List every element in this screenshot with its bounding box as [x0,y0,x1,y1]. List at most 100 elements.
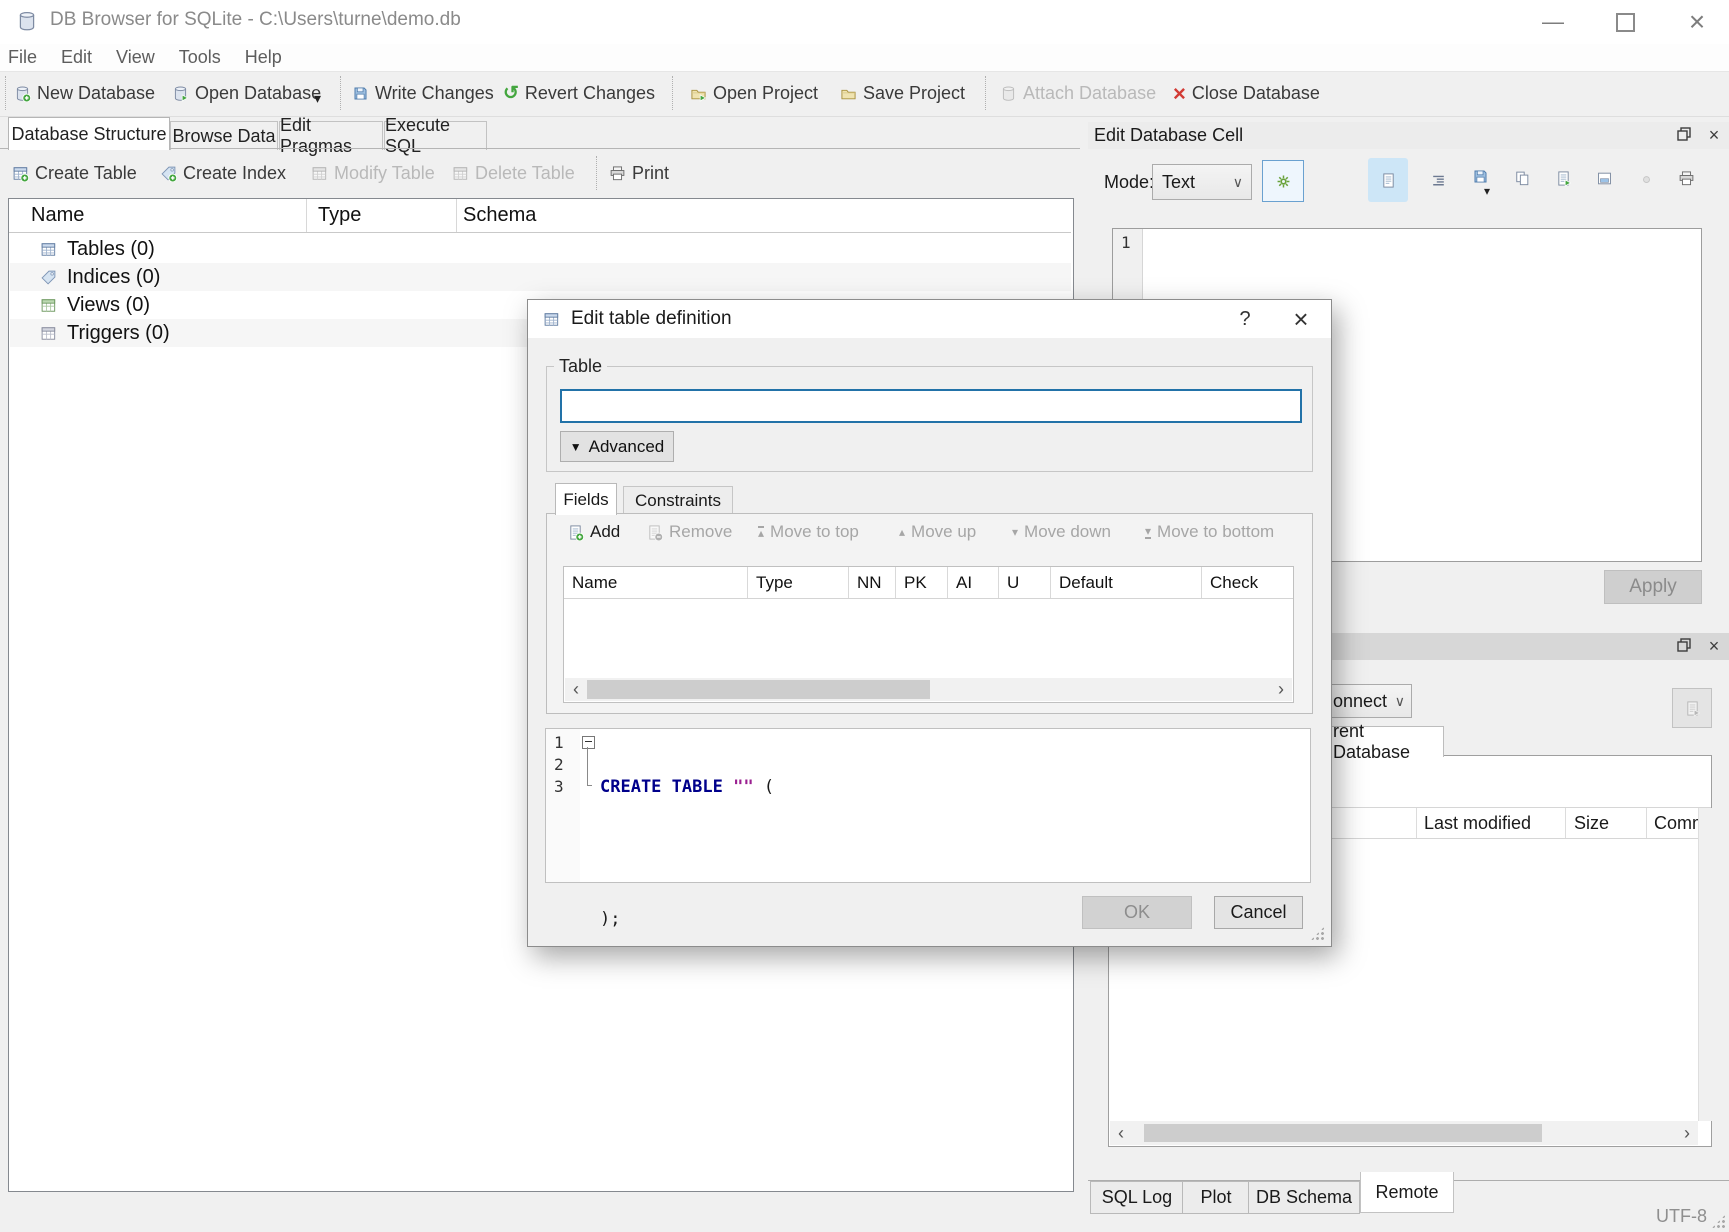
tree-column-name[interactable]: Name [31,204,84,227]
import-cell-button[interactable]: ▾ [1472,168,1489,190]
attach-database-button[interactable]: Attach Database [1000,73,1156,113]
write-changes-button[interactable]: Write Changes [352,73,494,113]
close-panel-icon[interactable]: × [1699,636,1729,657]
create-index-button[interactable]: Create Index [160,153,286,193]
tab-edit-pragmas[interactable]: Edit Pragmas [279,121,383,150]
move-to-bottom-button[interactable]: ▾ Move to bottom [1145,522,1274,542]
new-database-button[interactable]: New Database [14,73,155,113]
save-project-button[interactable]: Save Project [840,73,965,113]
fields-horizontal-scrollbar[interactable]: ‹ › [565,678,1292,701]
menu-file[interactable]: File [0,47,49,68]
create-table-button[interactable]: Create Table [12,153,137,193]
column-last-modified[interactable]: Last modified [1424,813,1531,834]
fold-line [587,747,588,785]
minimize-button[interactable]: — [1528,0,1578,44]
ok-button[interactable]: OK [1082,896,1192,929]
column-divider[interactable] [306,199,307,232]
tab-plot[interactable]: Plot [1182,1181,1250,1214]
float-panel-icon[interactable] [1669,636,1699,657]
tab-execute-sql[interactable]: Execute SQL [384,121,487,150]
structure-toolbar: Create Table Create Index Modify Table D… [0,150,1080,196]
table-name-input[interactable] [560,389,1302,423]
set-null-button[interactable] [1638,170,1655,192]
dialog-title-bar: Edit table definition ? × [528,300,1331,338]
column-divider[interactable] [1565,808,1566,838]
fold-marker-icon[interactable] [582,736,595,749]
help-icon[interactable]: ? [1219,308,1271,331]
fold-column[interactable] [582,736,596,796]
move-to-top-button[interactable]: ▴ Move to top [758,522,859,542]
open-database-button[interactable]: Open Database [172,73,321,113]
column-divider[interactable] [456,199,457,232]
open-database-dropdown[interactable]: ▾ [314,90,321,107]
field-column-nn[interactable]: NN [849,567,896,598]
apply-button[interactable]: Apply [1604,570,1702,604]
tab-browse-data[interactable]: Browse Data [170,121,278,150]
move-down-button[interactable]: ▾ Move down [1012,522,1111,542]
advanced-button[interactable]: ▼ Advanced [560,431,674,462]
sql-preview[interactable]: 1 2 3 CREATE TABLE "" ( ); [545,728,1311,883]
delete-table-button[interactable]: Delete Table [452,153,575,193]
field-column-type[interactable]: Type [748,567,849,598]
window-resize-grip[interactable] [1711,1214,1726,1229]
tab-constraints[interactable]: Constraints [623,486,733,516]
column-size[interactable]: Size [1574,813,1609,834]
column-divider[interactable] [1646,808,1647,838]
push-changes-button[interactable] [1672,688,1712,728]
encoding-status[interactable]: UTF-8 [1656,1206,1707,1227]
maximize-button[interactable] [1600,0,1650,44]
menu-view[interactable]: View [104,47,167,68]
modify-table-button[interactable]: Modify Table [311,153,435,193]
horizontal-scrollbar[interactable]: ‹ › [1110,1121,1698,1145]
menu-tools[interactable]: Tools [167,47,233,68]
image-view-button[interactable] [1596,170,1613,192]
move-up-button[interactable]: ▴ Move up [899,522,976,542]
menu-edit[interactable]: Edit [49,47,104,68]
scroll-left-icon[interactable]: ‹ [1110,1121,1132,1145]
print-button[interactable]: Print [609,153,669,193]
mode-select[interactable]: Text ∨ [1152,164,1252,200]
scrollbar-thumb[interactable] [1144,1124,1542,1142]
print-cell-button[interactable] [1678,170,1695,192]
word-wrap-toggle[interactable] [1430,172,1447,194]
field-column-pk[interactable]: PK [896,567,948,598]
float-panel-icon[interactable] [1669,125,1699,146]
close-database-button[interactable]: × Close Database [1173,73,1320,113]
field-column-name[interactable]: Name [564,567,748,598]
text-mode-toggle[interactable] [1368,158,1408,202]
dialog-close-icon[interactable]: × [1271,304,1331,335]
field-column-ai[interactable]: AI [948,567,999,598]
dialog-resize-grip[interactable] [1310,926,1325,941]
scrollbar-thumb[interactable] [587,680,930,699]
tab-remote[interactable]: Remote [1360,1172,1454,1213]
null-icon [1638,170,1655,187]
tree-row-indices[interactable]: Indices (0) [10,263,1071,291]
tab-database-structure[interactable]: Database Structure [8,117,170,150]
connect-select[interactable]: onnect ∨ [1320,684,1412,718]
scroll-right-icon[interactable]: › [1676,1121,1698,1145]
close-button[interactable]: × [1672,0,1722,44]
menu-help[interactable]: Help [233,47,294,68]
field-column-check[interactable]: Check [1202,567,1293,598]
tree-column-type[interactable]: Type [318,204,361,227]
column-divider[interactable] [1416,808,1417,838]
open-project-button[interactable]: Open Project [690,73,818,113]
tab-fields[interactable]: Fields [555,483,617,515]
cancel-button[interactable]: Cancel [1214,896,1303,929]
revert-changes-button[interactable]: ↺ Revert Changes [503,73,655,113]
scroll-left-icon[interactable]: ‹ [565,678,587,701]
tree-row-tables[interactable]: Tables (0) [10,235,1071,263]
tab-sql-log[interactable]: SQL Log [1090,1181,1184,1214]
remove-field-button[interactable]: Remove [646,522,732,542]
close-panel-icon[interactable]: × [1699,125,1729,146]
field-column-u[interactable]: U [999,567,1051,598]
field-column-default[interactable]: Default [1051,567,1202,598]
scroll-right-icon[interactable]: › [1270,678,1292,701]
paste-cell-button[interactable] [1555,170,1572,192]
tree-column-schema[interactable]: Schema [463,204,536,227]
auto-mode-button[interactable] [1262,160,1304,202]
add-field-button[interactable]: Add [567,522,620,542]
copy-cell-button[interactable] [1514,170,1531,192]
tab-db-schema[interactable]: DB Schema [1248,1181,1360,1214]
vertical-scrollbar[interactable] [1698,808,1712,1121]
